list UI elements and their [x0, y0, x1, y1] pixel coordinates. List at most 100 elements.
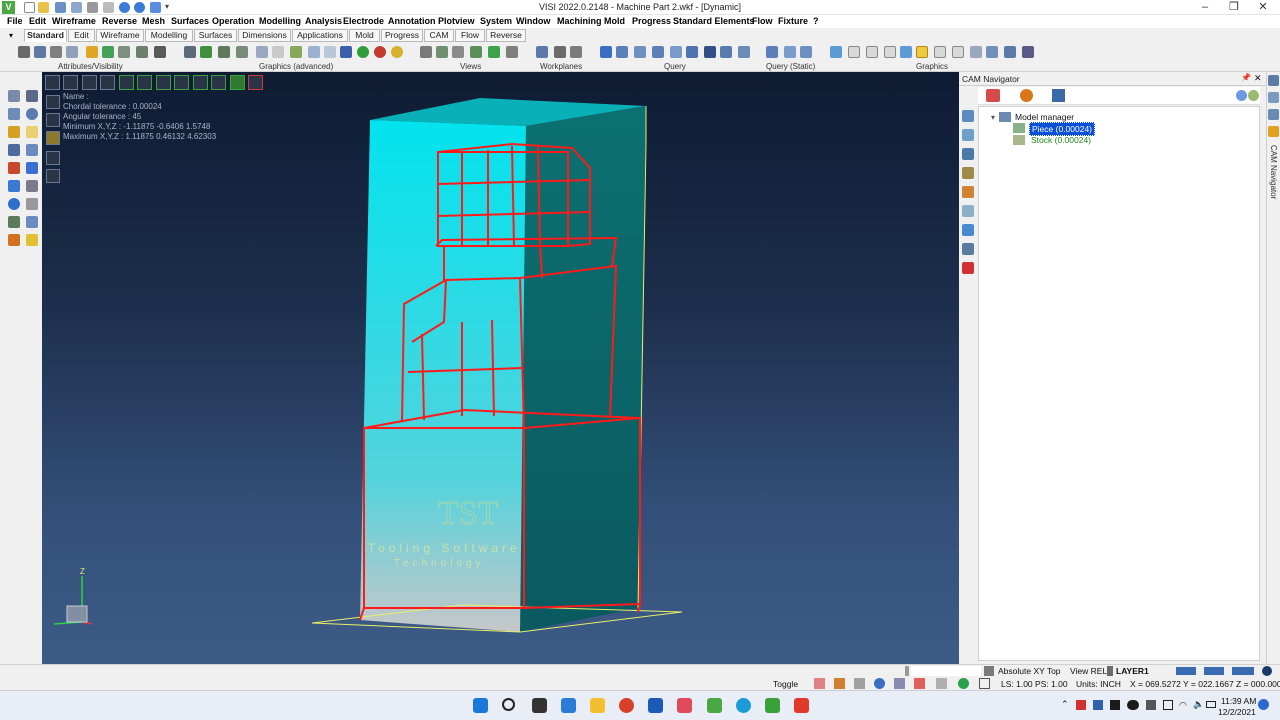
workplane-origin-icon[interactable] [554, 46, 566, 58]
render-icon[interactable] [236, 46, 248, 58]
start-icon[interactable] [473, 698, 488, 713]
status-icon-7[interactable] [936, 678, 947, 689]
status-icon-5[interactable] [894, 678, 905, 689]
chrome-icon[interactable] [619, 698, 634, 713]
magnet-icon[interactable] [86, 46, 98, 58]
menu-wireframe[interactable]: Wireframe [52, 16, 96, 26]
tray-icon-1[interactable] [1076, 700, 1086, 710]
menu-surfaces[interactable]: Surfaces [171, 16, 209, 26]
menu-annotation[interactable]: Annotation [388, 16, 436, 26]
tray-icon-5[interactable] [1146, 700, 1156, 710]
paint-tool-icon[interactable] [26, 234, 38, 246]
taskbar-search-icon[interactable] [502, 698, 515, 711]
cam-side-1-icon[interactable] [962, 110, 974, 122]
status-window-1[interactable] [1176, 667, 1196, 675]
query-help-icon[interactable] [600, 46, 612, 58]
graphics-window-9-icon[interactable] [986, 46, 998, 58]
status-logo-icon[interactable] [1262, 666, 1272, 676]
tab-wireframe[interactable]: Wireframe [96, 29, 144, 42]
onedrive-icon[interactable] [1127, 700, 1139, 710]
cam-settings-icon[interactable] [1020, 89, 1033, 102]
pin-icon[interactable]: 📌 [1241, 73, 1251, 82]
tab-dimensions[interactable]: Dimensions [238, 29, 291, 42]
menu-help[interactable]: ? [813, 16, 819, 26]
box-select-icon[interactable] [8, 108, 20, 120]
circle-tool-icon[interactable] [26, 108, 38, 120]
query-radius-icon[interactable] [670, 46, 682, 58]
menu-edit[interactable]: Edit [29, 16, 46, 26]
cam-side-4-icon[interactable] [962, 167, 974, 179]
tray-icon-3[interactable] [1110, 700, 1120, 710]
lamp-icon[interactable] [272, 46, 284, 58]
menu-mold[interactable]: Mold [604, 16, 625, 26]
select-all-icon[interactable] [136, 46, 148, 58]
status-icon-8[interactable] [958, 678, 969, 689]
material-icon[interactable] [340, 46, 352, 58]
tray-overflow-icon[interactable]: ⌃ [1061, 699, 1069, 710]
tab-progress[interactable]: Progress [381, 29, 423, 42]
status-icon-1[interactable] [814, 678, 825, 689]
menu-progress[interactable]: Progress [632, 16, 671, 26]
view-top-icon[interactable] [452, 46, 464, 58]
rotate-tool-icon[interactable] [8, 180, 20, 192]
menu-fixture[interactable]: Fixture [778, 16, 808, 26]
menu-file[interactable]: File [7, 16, 23, 26]
dock-4-icon[interactable] [1268, 126, 1279, 137]
graphics-window-4-icon[interactable] [900, 46, 912, 58]
menu-electrode[interactable]: Electrode [343, 16, 384, 26]
model-3d[interactable]: TST Tooling Software Technology Z [42, 72, 959, 664]
tree-expand-icon[interactable]: ▾ [991, 113, 995, 122]
outlook-icon[interactable] [648, 698, 663, 713]
dock-3-icon[interactable] [1268, 109, 1279, 120]
dock-1-icon[interactable] [1268, 75, 1279, 86]
green-sphere-icon[interactable] [357, 46, 369, 58]
view-plane-label[interactable]: Absolute XY Top [998, 666, 1061, 676]
cam-side-3-icon[interactable] [962, 148, 974, 160]
show-icon[interactable] [50, 46, 62, 58]
query-static-angle-icon[interactable] [800, 46, 812, 58]
menu-standard-elements[interactable]: Standard Elements [673, 16, 755, 26]
yellow-sphere-icon[interactable] [391, 46, 403, 58]
widgets-icon[interactable] [561, 698, 576, 713]
cam-redo-icon[interactable] [1248, 90, 1259, 101]
menu-window[interactable]: Window [516, 16, 550, 26]
toggle-label[interactable]: Toggle [773, 679, 798, 689]
clock-time[interactable]: 11:39 AM [1221, 696, 1256, 706]
view-front-icon[interactable] [436, 46, 448, 58]
tree-node-stock[interactable]: Stock (0.00024) [1031, 135, 1091, 145]
tree-node-piece[interactable]: Piece (0.00024) [1029, 122, 1096, 136]
copy-tool-icon[interactable] [26, 180, 38, 192]
transparency-icon[interactable] [324, 46, 336, 58]
dock-2-icon[interactable] [1268, 92, 1279, 103]
close-icon[interactable]: ✕ [1256, 1, 1270, 14]
task-view-icon[interactable] [532, 698, 547, 713]
menu-modelling[interactable]: Modelling [259, 16, 301, 26]
visi-taskbar-icon[interactable] [707, 698, 722, 713]
status-icon-3[interactable] [854, 678, 865, 689]
graphics-window-6-icon[interactable] [934, 46, 946, 58]
status-help-icon[interactable] [874, 678, 885, 689]
volume-icon[interactable]: 🔈 [1193, 699, 1204, 710]
cam-side-7-icon[interactable] [962, 224, 974, 236]
menu-plotview[interactable]: Plotview [438, 16, 475, 26]
status-icon-6[interactable] [914, 678, 925, 689]
cam-undo-icon[interactable] [1236, 90, 1247, 101]
help-tool-icon[interactable] [8, 198, 20, 210]
tab-flow[interactable]: Flow [455, 29, 485, 42]
graphics-window-1-icon[interactable] [848, 46, 860, 58]
battery-tray-icon[interactable] [1206, 701, 1216, 708]
hidden-line-icon[interactable] [218, 46, 230, 58]
battery-icon[interactable] [256, 46, 268, 58]
menu-machining[interactable]: Machining [557, 16, 602, 26]
color-tool-icon[interactable] [8, 234, 20, 246]
query-area-icon[interactable] [686, 46, 698, 58]
tab-modelling[interactable]: Modelling [145, 29, 193, 42]
menu-system[interactable]: System [480, 16, 512, 26]
attributes-icon[interactable] [18, 46, 30, 58]
file-explorer-icon[interactable] [590, 698, 605, 713]
query-angle-icon[interactable] [652, 46, 664, 58]
tab-mold[interactable]: Mold [349, 29, 380, 42]
skype-icon[interactable] [736, 698, 751, 713]
filter-icon[interactable] [118, 46, 130, 58]
wifi-icon[interactable]: ◠ [1179, 700, 1187, 711]
